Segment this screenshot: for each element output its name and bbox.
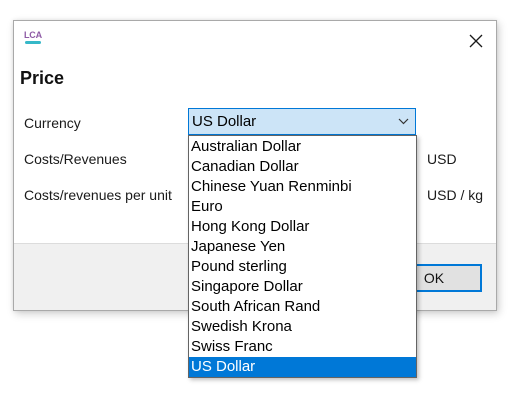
currency-option[interactable]: Singapore Dollar	[189, 277, 416, 297]
currency-option[interactable]: Japanese Yen	[189, 237, 416, 257]
currency-option[interactable]: Canadian Dollar	[189, 157, 416, 177]
currency-option[interactable]: Chinese Yuan Renminbi	[189, 177, 416, 197]
currency-option[interactable]: Pound sterling	[189, 257, 416, 277]
currency-dropdown-list: Australian Dollar Canadian Dollar Chinese …	[188, 135, 417, 378]
currency-label: Currency	[24, 115, 81, 131]
app-icon-text: LCA	[24, 30, 42, 40]
currency-option[interactable]: US Dollar	[189, 357, 416, 377]
chevron-down-icon	[398, 118, 409, 125]
close-button[interactable]	[465, 30, 487, 52]
costs-per-unit-label: Costs/revenues per unit	[24, 187, 172, 203]
currency-select-value: US Dollar	[192, 113, 257, 130]
currency-select[interactable]: US Dollar	[188, 108, 416, 135]
currency-option[interactable]: South African Rand	[189, 297, 416, 317]
currency-option[interactable]: Swedish Krona	[189, 317, 416, 337]
app-icon-bar	[25, 41, 41, 44]
costs-revenues-label: Costs/Revenues	[24, 151, 127, 167]
costs-per-unit-unit: USD / kg	[427, 187, 484, 203]
currency-option[interactable]: Swiss Franc	[189, 337, 416, 357]
lca-app-icon: LCA	[24, 31, 42, 47]
close-icon	[469, 34, 483, 48]
costs-unit: USD	[427, 151, 457, 167]
dialog-title: Price	[20, 68, 65, 88]
currency-option[interactable]: Hong Kong Dollar	[189, 217, 416, 237]
currency-option[interactable]: Euro	[189, 197, 416, 217]
currency-option[interactable]: Australian Dollar	[189, 137, 416, 157]
